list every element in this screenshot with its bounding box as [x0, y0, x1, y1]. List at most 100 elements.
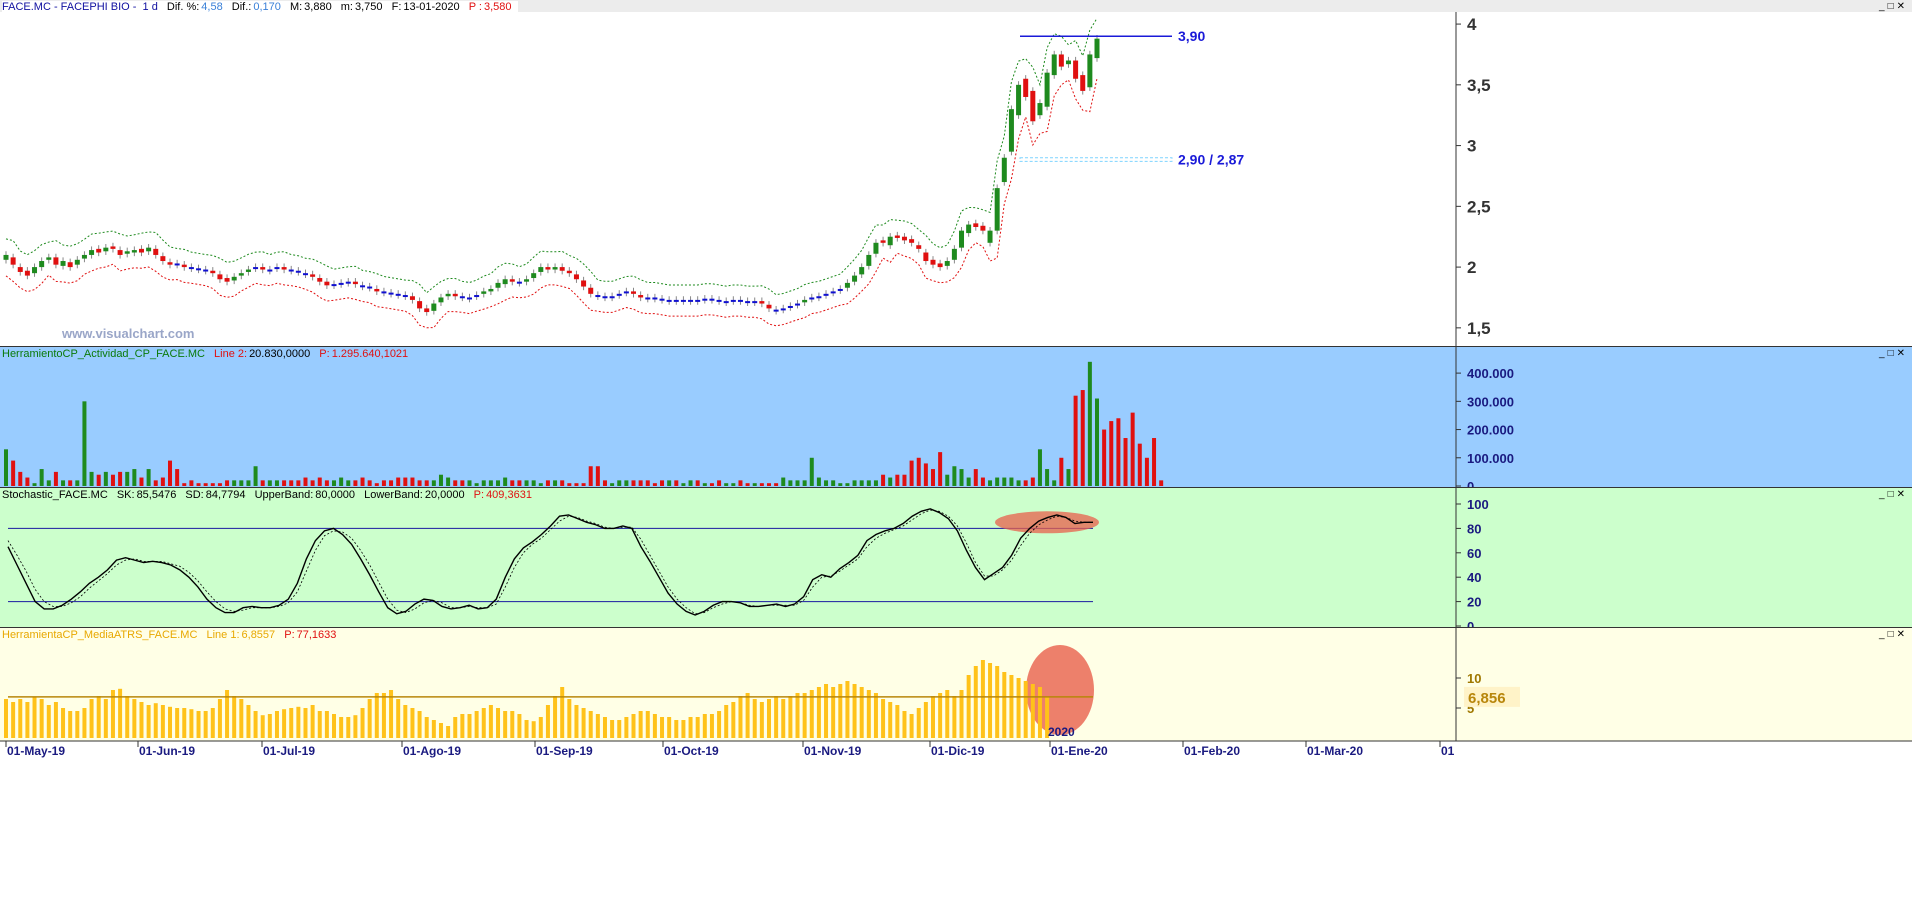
dif-value: 0,170: [253, 1, 281, 13]
volume-bar: [217, 483, 222, 486]
volume-bar: [296, 480, 301, 486]
atr-bar: [182, 708, 187, 738]
atr-bar: [139, 702, 144, 738]
volume-bar: [617, 480, 622, 486]
atr-bar: [168, 706, 173, 738]
atr-bar: [774, 696, 779, 738]
volume-bar: [745, 483, 750, 486]
volume-chart: 400.000300.000200.000100.0000: [4, 347, 1514, 488]
volume-bar: [952, 466, 957, 486]
dif-label: Dif.:: [231, 1, 252, 13]
candle-body: [488, 288, 494, 292]
candle-body: [930, 259, 936, 265]
candle-body: [980, 225, 986, 231]
volume-bar: [203, 483, 208, 486]
volume-bar: [702, 483, 707, 486]
candle-body: [1001, 157, 1007, 183]
atr-bar: [203, 711, 208, 738]
atr-bar: [61, 708, 66, 738]
year-marker: 2020: [1048, 725, 1075, 739]
price-tick-label: 2: [1467, 258, 1476, 277]
candle-body: [623, 291, 629, 294]
atr-bar: [18, 699, 23, 738]
candle-body: [459, 296, 465, 299]
atr-bar: [374, 693, 379, 738]
atr-bar: [410, 708, 415, 738]
atr-bar: [938, 693, 943, 738]
candle-body: [959, 230, 965, 248]
candle-body: [595, 295, 601, 298]
volume-bar: [859, 480, 864, 486]
volume-bar: [467, 480, 472, 486]
volume-bar: [61, 480, 66, 486]
candle-body: [524, 279, 530, 282]
atr-bar: [381, 693, 386, 738]
stoch-tick-label: 60: [1467, 546, 1481, 561]
stochastic-window-buttons[interactable]: _□✕: [1879, 489, 1908, 500]
atr-bar: [873, 693, 878, 738]
volume-bar: [688, 480, 693, 486]
candle-body: [124, 251, 130, 254]
volume-bar: [909, 460, 914, 486]
volume-panel: 400.000 300.000 200.000 100.000 0 Herramient…: [0, 346, 1912, 488]
volume-bar: [1080, 390, 1085, 486]
stoch-tick-label: 100: [1467, 497, 1489, 512]
candle-body: [231, 276, 237, 281]
volume-window-buttons[interactable]: _□✕: [1879, 348, 1908, 359]
candle-body: [238, 273, 244, 276]
price-window-buttons[interactable]: _□✕: [1879, 1, 1908, 12]
volume-bar: [631, 480, 636, 486]
atr-bar: [460, 714, 465, 738]
volume-bar: [1109, 421, 1114, 486]
max-value: 3,880: [304, 1, 332, 13]
candle-body: [295, 270, 301, 273]
atr-bar: [831, 687, 836, 738]
volume-bar: [545, 480, 550, 486]
volume-bar: [239, 480, 244, 486]
stoch-ub-label: UpperBand:: [254, 489, 314, 501]
stoch-ub-value: 80,0000: [315, 489, 356, 501]
candle-body: [1051, 54, 1057, 76]
candle-body: [203, 269, 209, 272]
atr-panel-header: HerramientaCP_MediaATRS_FACE.MC Line 1: 6…: [2, 629, 342, 641]
atr-bar: [745, 693, 750, 738]
volume-bar: [553, 480, 558, 486]
atr-window-buttons[interactable]: _□✕: [1879, 629, 1908, 640]
atr-bar: [1030, 684, 1035, 738]
volume-bar: [667, 480, 672, 486]
atr-bar: [267, 714, 272, 738]
candle-body: [409, 296, 415, 300]
candle-body: [67, 262, 73, 268]
atr-bar: [360, 708, 365, 738]
candle-body: [81, 254, 87, 259]
volume-bar: [75, 480, 80, 486]
atr-bar: [895, 705, 900, 738]
stoch-tick-label: 20: [1467, 595, 1481, 610]
candle-body: [274, 267, 280, 270]
x-axis-label: 01-Nov-19: [804, 744, 862, 758]
candle-body: [46, 257, 52, 260]
candle-body: [773, 309, 779, 312]
volume-bar: [802, 480, 807, 486]
atr-highlight-ellipse: [1026, 645, 1094, 735]
volume-bar: [510, 480, 515, 486]
candle-body: [745, 301, 751, 304]
candle-body: [509, 279, 515, 282]
candle-body: [24, 270, 30, 276]
volume-bar: [652, 483, 657, 486]
candle-body: [260, 267, 266, 270]
stoch-tick-label: 80: [1467, 521, 1481, 536]
volume-bar: [496, 480, 501, 486]
atr-bar: [1023, 681, 1028, 738]
volume-bar: [923, 463, 928, 486]
atr-bar: [232, 696, 237, 738]
x-axis-background: [0, 741, 1912, 923]
candle-body: [581, 280, 587, 287]
volume-tick-label: 400.000: [1467, 366, 1514, 381]
volume-bar: [210, 483, 215, 486]
volume-bar: [930, 469, 935, 486]
volume-bar: [32, 483, 37, 486]
candle-body: [566, 270, 572, 274]
volume-bar: [374, 483, 379, 486]
volume-bar: [709, 483, 714, 486]
